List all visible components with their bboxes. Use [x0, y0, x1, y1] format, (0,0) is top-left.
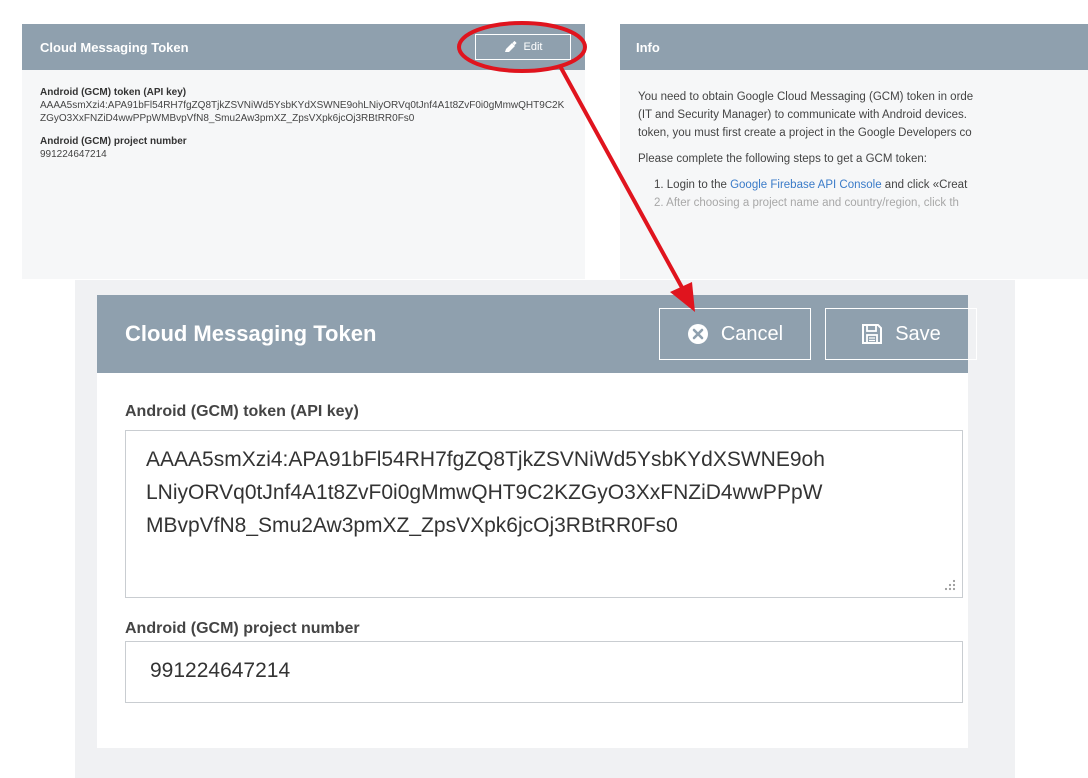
token-text-line: LNiyORVq0tJnf4A1t8ZvF0i0gMmwQHT9C2KZGyO3… — [146, 481, 823, 504]
info-step-1-suffix: and click «Creat — [881, 179, 968, 191]
info-steps-intro: Please complete the following steps to g… — [638, 153, 927, 165]
dialog-header: Cloud Messaging Token Cancel Save — [97, 295, 977, 373]
bg-info-panel: Info You need to obtain Google Cloud Mes… — [620, 24, 1088, 279]
info-panel-body: You need to obtain Google Cloud Messagin… — [620, 70, 1088, 230]
dialog-card: Cloud Messaging Token Cancel Save Androi… — [97, 295, 977, 748]
edit-button-label: Edit — [523, 41, 543, 53]
bg-panel-title: Cloud Messaging Token — [40, 39, 189, 55]
bg-panel-body: Android (GCM) token (API key) AAAA5smXzi… — [22, 70, 585, 187]
resize-grip-icon[interactable] — [944, 579, 956, 591]
firebase-console-link[interactable]: Google Firebase API Console — [730, 179, 882, 191]
cancel-x-circle-icon — [687, 324, 708, 344]
bg-panel-header: Cloud Messaging Token Edit — [22, 24, 585, 70]
info-line: token, you must first create a project i… — [638, 127, 972, 139]
info-step-1: 1. Login to the Google Firebase API Cons… — [654, 176, 1070, 194]
save-button[interactable]: Save — [825, 308, 977, 360]
info-panel-title: Info — [636, 39, 660, 55]
info-step-1-prefix: 1. Login to the — [654, 179, 731, 191]
save-floppy-icon — [862, 324, 883, 344]
info-panel-header: Info — [620, 24, 1088, 70]
info-step-2: 2. After choosing a project name and cou… — [654, 197, 959, 209]
bg-token-value: AAAA5smXzi4:APA91bFl54RH7fgZQ8TjkZSVNiWd… — [40, 100, 565, 124]
bg-project-value: 991224647214 — [40, 149, 107, 160]
project-number-value: 991224647214 — [150, 659, 291, 682]
info-line: You need to obtain Google Cloud Messagin… — [638, 91, 974, 103]
project-number-input[interactable]: 991224647214 — [125, 641, 963, 703]
cancel-button[interactable]: Cancel — [659, 308, 811, 360]
token-text-line: MBvpVfN8_Smu2Aw3pmXZ_ZpsVXpk6jcOj3RBtRR0… — [146, 514, 678, 537]
cloud-messaging-dialog: Cloud Messaging Token Cancel Save Androi… — [75, 280, 1015, 778]
bg-project-label: Android (GCM) project number — [40, 136, 187, 147]
bg-cloud-messaging-panel: Cloud Messaging Token Edit Android (GCM)… — [22, 24, 585, 279]
dialog-title: Cloud Messaging Token — [125, 321, 377, 346]
bg-token-label: Android (GCM) token (API key) — [40, 87, 187, 98]
token-text-line: AAAA5smXzi4:APA91bFl54RH7fgZQ8TjkZSVNiWd… — [146, 448, 825, 471]
info-line: (IT and Security Manager) to communicate… — [638, 109, 967, 121]
token-textarea[interactable]: AAAA5smXzi4:APA91bFl54RH7fgZQ8TjkZSVNiWd… — [125, 430, 963, 598]
save-button-label: Save — [895, 322, 941, 345]
token-field-label: Android (GCM) token (API key) — [125, 403, 359, 420]
edit-button[interactable]: Edit — [475, 34, 571, 60]
cancel-button-label: Cancel — [720, 322, 784, 345]
project-field-label: Android (GCM) project number — [125, 620, 360, 637]
edit-pencil-icon — [504, 41, 517, 52]
